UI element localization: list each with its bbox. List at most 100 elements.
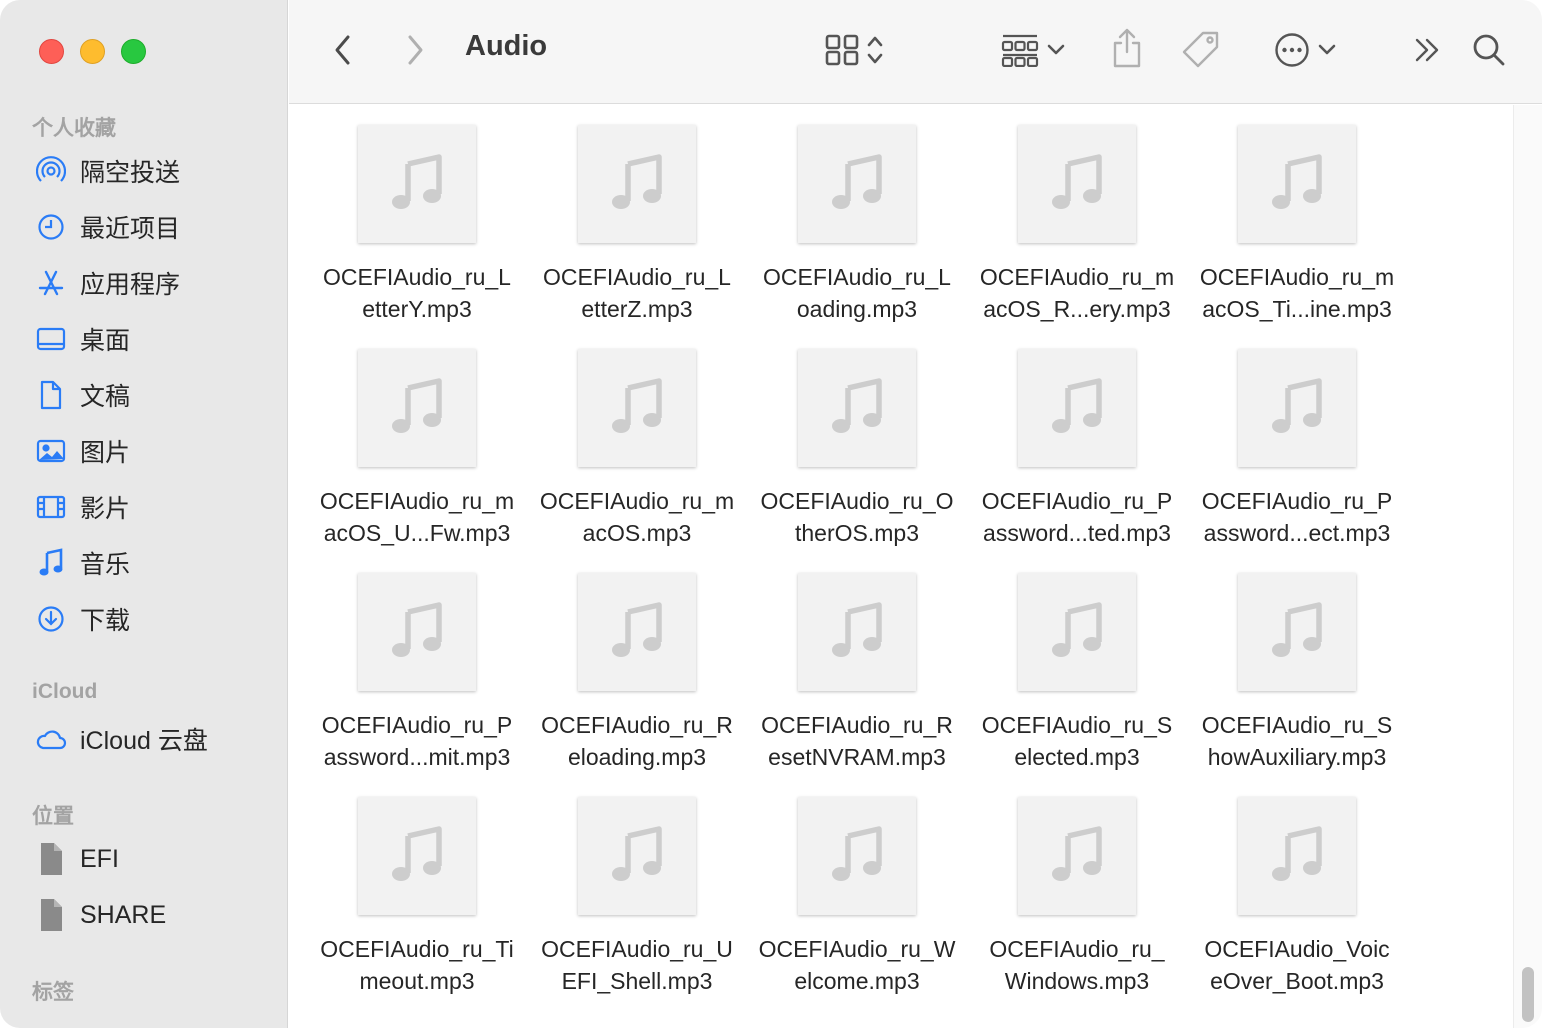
file-name-line2: EFI_Shell.mp3 bbox=[561, 968, 713, 994]
file-name-line1: OCEFIAudio_ru_L bbox=[323, 264, 511, 290]
audio-file-thumbnail bbox=[578, 573, 696, 691]
file-item[interactable]: OCEFIAudio_ru_L etterY.mp3 bbox=[307, 125, 527, 349]
file-name-line1: OCEFIAudio_ru_m bbox=[319, 488, 515, 514]
audio-file-thumbnail bbox=[358, 573, 476, 691]
file-item[interactable]: OCEFIAudio_ru_m acOS_Ti...ine.mp3 bbox=[1187, 125, 1407, 349]
window-controls bbox=[39, 39, 146, 64]
file-item[interactable]: OCEFIAudio_ru_m acOS_R...ery.mp3 bbox=[967, 125, 1187, 349]
sidebar-item-recents[interactable]: 最近项目 bbox=[34, 207, 284, 247]
file-name-line1: OCEFIAudio_ru_O bbox=[760, 488, 954, 514]
chevron-updown-icon bbox=[867, 35, 883, 70]
file-item[interactable]: OCEFIAudio_ru_m acOS_U...Fw.mp3 bbox=[307, 349, 527, 573]
file-name-line2: howAuxiliary.mp3 bbox=[1207, 744, 1387, 770]
sidebar-item-label: 音乐 bbox=[80, 551, 131, 579]
group-button[interactable] bbox=[995, 32, 1071, 72]
sidebar-item-pictures[interactable]: 图片 bbox=[34, 431, 284, 471]
music-note-icon bbox=[389, 600, 445, 665]
file-name-line2: acOS.mp3 bbox=[582, 520, 692, 546]
file-name-line1: OCEFIAudio_ru_ bbox=[989, 936, 1165, 962]
file-name: OCEFIAudio_ru_R eloading.mp3 bbox=[527, 709, 747, 773]
view-mode-button[interactable] bbox=[817, 32, 891, 72]
share-button[interactable] bbox=[1107, 26, 1147, 74]
music-note-icon bbox=[829, 376, 885, 441]
music-note-icon bbox=[389, 376, 445, 441]
file-item[interactable]: OCEFIAudio_ru_O therOS.mp3 bbox=[747, 349, 967, 573]
file-item[interactable]: OCEFIAudio_ru_P assword...ect.mp3 bbox=[1187, 349, 1407, 573]
file-item[interactable]: OCEFIAudio_ru_S elected.mp3 bbox=[967, 573, 1187, 797]
audio-file-thumbnail bbox=[1238, 349, 1356, 467]
sidebar-item-music[interactable]: 音乐 bbox=[34, 543, 284, 583]
sidebar-item-label: iCloud 云盘 bbox=[80, 727, 208, 755]
scrollbar-thumb[interactable] bbox=[1522, 967, 1534, 1022]
zoom-window-button[interactable] bbox=[121, 39, 146, 64]
file-name-line1: OCEFIAudio_ru_S bbox=[981, 712, 1173, 738]
vertical-scrollbar[interactable] bbox=[1513, 105, 1542, 1028]
tag-button[interactable] bbox=[1179, 30, 1223, 74]
audio-file-thumbnail bbox=[578, 125, 696, 243]
drive-icon bbox=[34, 842, 68, 876]
file-item[interactable]: OCEFIAudio_ru_S howAuxiliary.mp3 bbox=[1187, 573, 1407, 797]
file-item[interactable]: OCEFIAudio_ru_L etterZ.mp3 bbox=[527, 125, 747, 349]
toolbar-overflow-button[interactable] bbox=[1409, 34, 1445, 70]
file-name: OCEFIAudio_ru_m acOS.mp3 bbox=[527, 485, 747, 549]
sidebar-item-airdrop[interactable]: 隔空投送 bbox=[34, 151, 284, 191]
music-note-icon bbox=[829, 600, 885, 665]
file-item[interactable]: OCEFIAudio_ru_U EFI_Shell.mp3 bbox=[527, 797, 747, 1021]
sidebar-item-desktop[interactable]: 桌面 bbox=[34, 319, 284, 359]
file-name-line1: OCEFIAudio_ru_U bbox=[541, 936, 733, 962]
music-note-icon bbox=[1049, 824, 1105, 889]
audio-file-thumbnail bbox=[1018, 573, 1136, 691]
drive-icon bbox=[34, 898, 68, 932]
file-name: OCEFIAudio_ru_P assword...ect.mp3 bbox=[1187, 485, 1407, 549]
file-item[interactable]: OCEFIAudio_ru_ Windows.mp3 bbox=[967, 797, 1187, 1021]
audio-file-thumbnail bbox=[798, 797, 916, 915]
file-name: OCEFIAudio_ru_S howAuxiliary.mp3 bbox=[1187, 709, 1407, 773]
music-note-icon bbox=[389, 152, 445, 217]
file-item[interactable]: OCEFIAudio_ru_L oading.mp3 bbox=[747, 125, 967, 349]
sidebar-item-efi[interactable]: EFI bbox=[34, 839, 284, 879]
file-item[interactable]: OCEFIAudio_Voic eOver_Boot.mp3 bbox=[1187, 797, 1407, 1021]
sidebar-item-movies[interactable]: 影片 bbox=[34, 487, 284, 527]
film-icon bbox=[34, 490, 68, 524]
audio-file-thumbnail bbox=[358, 349, 476, 467]
file-item[interactable]: OCEFIAudio_ru_Ti meout.mp3 bbox=[307, 797, 527, 1021]
sidebar-item-documents[interactable]: 文稿 bbox=[34, 375, 284, 415]
file-name-line2: assword...mit.mp3 bbox=[323, 744, 511, 770]
sidebar-item-label: 隔空投送 bbox=[80, 159, 181, 187]
file-item[interactable]: OCEFIAudio_ru_R eloading.mp3 bbox=[527, 573, 747, 797]
file-name-line2: elcome.mp3 bbox=[794, 968, 920, 994]
music-note-icon bbox=[1269, 824, 1325, 889]
music-note-icon bbox=[1269, 376, 1325, 441]
sidebar-item-downloads[interactable]: 下载 bbox=[34, 599, 284, 639]
sidebar-item-applications[interactable]: 应用程序 bbox=[34, 263, 284, 303]
file-name-line1: OCEFIAudio_ru_P bbox=[321, 712, 513, 738]
audio-file-thumbnail bbox=[578, 797, 696, 915]
file-name-line2: oading.mp3 bbox=[796, 296, 918, 322]
file-name-line2: acOS_U...Fw.mp3 bbox=[323, 520, 511, 546]
file-item[interactable]: OCEFIAudio_ru_P assword...mit.mp3 bbox=[307, 573, 527, 797]
back-button[interactable] bbox=[325, 32, 361, 72]
file-name-line1: OCEFIAudio_ru_P bbox=[1201, 488, 1393, 514]
close-window-button[interactable] bbox=[39, 39, 64, 64]
sidebar-item-icloud-drive[interactable]: iCloud 云盘 bbox=[34, 719, 284, 759]
audio-file-thumbnail bbox=[798, 349, 916, 467]
audio-file-thumbnail bbox=[798, 125, 916, 243]
file-name: OCEFIAudio_ru_m acOS_R...ery.mp3 bbox=[967, 261, 1187, 325]
file-item[interactable]: OCEFIAudio_ru_m acOS.mp3 bbox=[527, 349, 747, 573]
file-name: OCEFIAudio_ru_L etterZ.mp3 bbox=[527, 261, 747, 325]
file-item[interactable]: OCEFIAudio_ru_R esetNVRAM.mp3 bbox=[747, 573, 967, 797]
audio-file-thumbnail bbox=[1018, 125, 1136, 243]
sidebar-item-label: 应用程序 bbox=[80, 271, 181, 299]
file-name: OCEFIAudio_ru_m acOS_Ti...ine.mp3 bbox=[1187, 261, 1407, 325]
search-button[interactable] bbox=[1469, 32, 1509, 72]
forward-button[interactable] bbox=[397, 32, 433, 72]
chevron-right-icon bbox=[405, 34, 425, 71]
sidebar-item-share[interactable]: SHARE bbox=[34, 895, 284, 935]
file-item[interactable]: OCEFIAudio_ru_W elcome.mp3 bbox=[747, 797, 967, 1021]
file-name: OCEFIAudio_ru_O therOS.mp3 bbox=[747, 485, 967, 549]
file-item[interactable]: OCEFIAudio_ru_P assword...ted.mp3 bbox=[967, 349, 1187, 573]
action-menu-button[interactable] bbox=[1265, 32, 1345, 72]
music-note-icon bbox=[609, 600, 665, 665]
minimize-window-button[interactable] bbox=[80, 39, 105, 64]
file-name-line1: OCEFIAudio_ru_R bbox=[541, 712, 733, 738]
